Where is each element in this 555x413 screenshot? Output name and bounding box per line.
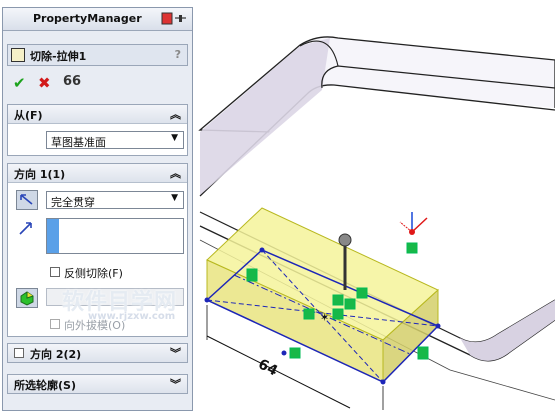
draft-button[interactable] [16,288,38,308]
sketch-point[interactable] [435,323,441,329]
property-manager-header: PropertyManager [3,8,192,31]
from-group-header[interactable]: 从(F) ︽ [8,105,187,124]
direction1-group-header[interactable]: 方向 1(1) ︽ [8,164,187,183]
relation-icon[interactable] [246,268,258,282]
dimension-value[interactable]: 64 [255,356,280,379]
end-condition-value: 完全贯穿 [51,196,95,209]
sketch-point[interactable] [259,247,265,253]
draft-outward-checkbox[interactable] [50,319,60,329]
action-buttons: ✔ ✖ 66 [13,74,93,94]
feature-name: 切除-拉伸1 [30,50,87,63]
triad-origin [409,229,415,235]
relation-icon[interactable] [332,294,344,306]
property-manager-title: PropertyManager [33,12,142,25]
from-select[interactable]: 草图基准面 ▼ [46,131,184,149]
cancel-button[interactable]: ✖ [38,74,51,92]
direction2-group: 方向 2(2) ︾ [7,343,188,363]
expand-icon[interactable]: ︾ [170,376,181,392]
expand-icon[interactable]: ︾ [170,345,181,361]
reverse-direction-button[interactable] [16,190,38,210]
relation-icon[interactable] [303,308,315,320]
direction-vector-icon [19,222,32,235]
preview-button[interactable]: 66 [63,74,81,89]
flip-side-checkbox[interactable] [50,267,60,277]
extrude-cut-icon [11,48,25,62]
from-group: 从(F) ︽ 草图基准面 ▼ [7,104,188,156]
collapse-icon[interactable]: ︽ [170,165,181,181]
collapse-icon[interactable]: ︽ [170,106,181,122]
sketch-point[interactable] [204,297,210,303]
from-select-value: 草图基准面 [51,136,106,149]
midpoint-marker [282,351,286,355]
relation-icon[interactable] [289,347,301,359]
direction2-group-header[interactable]: 方向 2(2) ︾ [8,344,187,362]
origin-marker: ✶ [320,311,329,324]
relation-icon[interactable] [406,242,418,254]
sketch-point[interactable] [380,379,386,385]
relation-icon[interactable] [344,298,356,310]
selected-contours-group: 所选轮廓(S) ︾ [7,374,188,394]
flip-side-label: 反侧切除(F) [64,267,123,280]
reverse-direction-icon [20,194,33,205]
extrude-handle-icon[interactable] [338,233,352,247]
property-manager: PropertyManager 切除-拉伸1 ? ✔ ✖ 66 从(F) ︽ 草… [2,7,193,411]
ok-button[interactable]: ✔ [13,74,26,92]
selected-contours-label: 所选轮廓(S) [14,379,76,392]
selection-indicator [47,219,59,253]
direction-selection-box[interactable] [46,218,184,254]
selected-contours-header[interactable]: 所选轮廓(S) ︾ [8,375,187,393]
direction2-checkbox[interactable] [14,348,24,358]
draft-icon [20,291,34,306]
direction2-group-label: 方向 2(2) [30,348,82,361]
watermark-url: www.rjzxw.com [88,311,176,322]
pin-icon[interactable] [161,12,187,25]
chevron-down-icon: ▼ [171,193,178,203]
feature-name-bar: 切除-拉伸1 ? [7,44,188,66]
relation-icon[interactable] [356,287,368,299]
chevron-down-icon: ▼ [171,133,178,143]
help-icon[interactable]: ? [175,48,181,61]
direction1-group-label: 方向 1(1) [14,168,66,181]
relation-icon[interactable] [417,346,429,360]
from-group-label: 从(F) [14,109,43,122]
end-condition-select[interactable]: 完全贯穿 ▼ [46,191,184,209]
relation-icon[interactable] [332,308,344,320]
